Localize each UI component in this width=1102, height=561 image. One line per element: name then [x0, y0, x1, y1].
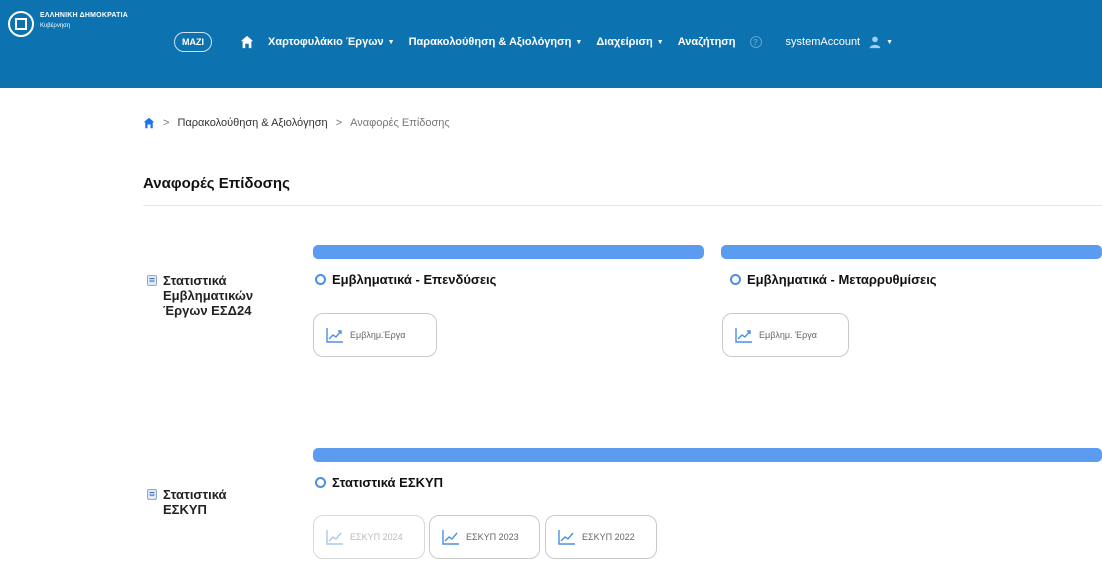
nav-search[interactable]: Αναζήτηση	[678, 36, 736, 48]
radio-icon	[315, 477, 326, 488]
document-icon	[147, 275, 157, 286]
section-header-bar	[313, 245, 704, 259]
nav-monitoring[interactable]: Παρακολούθηση & Αξιολόγηση ▼	[409, 36, 583, 48]
chevron-down-icon: ▼	[575, 38, 583, 46]
divider	[143, 205, 1102, 206]
breadcrumb-monitoring[interactable]: Παρακολούθηση & Αξιολόγηση	[177, 117, 327, 129]
radio-icon	[315, 274, 326, 285]
breadcrumb: > Παρακολούθηση & Αξιολόγηση > Αναφορές …	[143, 117, 450, 129]
page-title: Αναφορές Επίδοσης	[143, 175, 290, 192]
radio-icon	[730, 274, 741, 285]
eskyp-2023-button[interactable]: ΕΣΚΥΠ 2023	[429, 515, 540, 559]
main-nav: Χαρτοφυλάκιο Έργων ▼ Παρακολούθηση & Αξιο…	[240, 32, 893, 52]
line-chart-icon	[326, 530, 343, 545]
emblem-icon	[8, 11, 34, 37]
nav-management[interactable]: Διαχείριση ▼	[596, 36, 663, 48]
line-chart-icon	[442, 530, 459, 545]
line-chart-icon	[326, 328, 343, 343]
mazi-logo[interactable]: MAZI	[174, 32, 212, 52]
home-icon[interactable]	[143, 117, 155, 129]
gov-line-2: Κυβέρνηση	[40, 23, 71, 29]
gov-line-1: ΕΛΛΗΝΙΚΗ ΔΗΜΟΚΡΑΤΙΑ	[40, 12, 128, 19]
flagship-projects-button[interactable]: Εμβλημ.Έργα	[313, 313, 437, 357]
help-icon[interactable]: ?	[749, 36, 762, 48]
line-chart-icon	[558, 530, 575, 545]
nav-portfolio[interactable]: Χαρτοφυλάκιο Έργων ▼	[268, 36, 395, 48]
breadcrumb-current: Αναφορές Επίδοσης	[350, 117, 450, 129]
section-title-eskyp[interactable]: Στατιστικά ΕΣΚΥΠ	[315, 475, 443, 490]
breadcrumb-separator: >	[163, 117, 170, 129]
document-icon	[147, 489, 157, 500]
breadcrumb-separator: >	[335, 117, 343, 129]
eskyp-2022-button[interactable]: ΕΣΚΥΠ 2022	[545, 515, 657, 559]
section-header-bar	[721, 245, 1102, 259]
home-icon[interactable]	[240, 35, 254, 49]
row-label-eskyp: Στατιστικά ΕΣΚΥΠ	[147, 487, 227, 517]
government-logo[interactable]: ΕΛΛΗΝΙΚΗ ΔΗΜΟΚΡΑΤΙΑ Κυβέρνηση	[8, 11, 128, 37]
section-title-reforms[interactable]: Εμβληματικά - Μεταρρυθμίσεις	[730, 272, 937, 287]
line-chart-icon	[735, 328, 752, 343]
section-title-investments[interactable]: Εμβληματικά - Επενδύσεις	[315, 272, 496, 287]
account-menu[interactable]: systemAccount ▼	[786, 35, 894, 49]
chevron-down-icon: ▼	[387, 38, 395, 46]
eskyp-2024-button[interactable]: ΕΣΚΥΠ 2024	[313, 515, 425, 559]
section-header-bar	[313, 448, 1102, 462]
chevron-down-icon: ▼	[886, 38, 894, 46]
chevron-down-icon: ▼	[656, 38, 664, 46]
flagship-reforms-button[interactable]: Εμβλημ. Έργα	[722, 313, 849, 357]
top-navbar: ΕΛΛΗΝΙΚΗ ΔΗΜΟΚΡΑΤΙΑ Κυβέρνηση MAZI Χαρτο…	[0, 0, 1102, 88]
row-label-flagship: Στατιστικά Εμβληματικών Έργων ΕΣΔ24	[147, 273, 253, 318]
user-icon	[869, 36, 881, 49]
